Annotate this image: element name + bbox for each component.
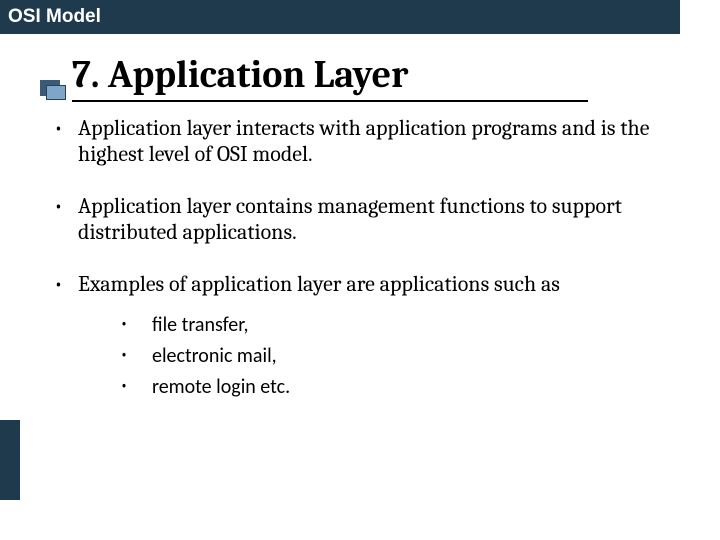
sub-bullet-text: file transfer, [152, 313, 248, 337]
sub-bullet-text: remote login etc. [152, 375, 290, 399]
list-item: electronic mail, [118, 341, 680, 372]
list-item: file transfer, [118, 310, 680, 341]
bullet-text: Application layer interacts with applica… [78, 115, 649, 167]
page-title: 7. Application Layer [72, 56, 588, 102]
header-bar: OSI Model [0, 0, 680, 34]
sub-bullet-text: electronic mail, [152, 344, 277, 368]
title-accent-icon [40, 80, 66, 100]
bullet-text: Examples of application layer are applic… [78, 271, 560, 297]
title-block: 7. Application Layer [72, 56, 720, 102]
list-item: Examples of application layer are applic… [50, 272, 680, 403]
sub-bullet-list: file transfer, electronic mail, remote l… [118, 310, 680, 403]
bullet-text: Application layer contains management fu… [78, 193, 622, 245]
list-item: remote login etc. [118, 372, 680, 403]
side-strip [0, 420, 20, 500]
header-label: OSI Model [8, 6, 101, 27]
list-item: Application layer contains management fu… [50, 194, 680, 246]
list-item: Application layer interacts with applica… [50, 116, 680, 168]
bullet-list: Application layer interacts with applica… [50, 116, 680, 403]
